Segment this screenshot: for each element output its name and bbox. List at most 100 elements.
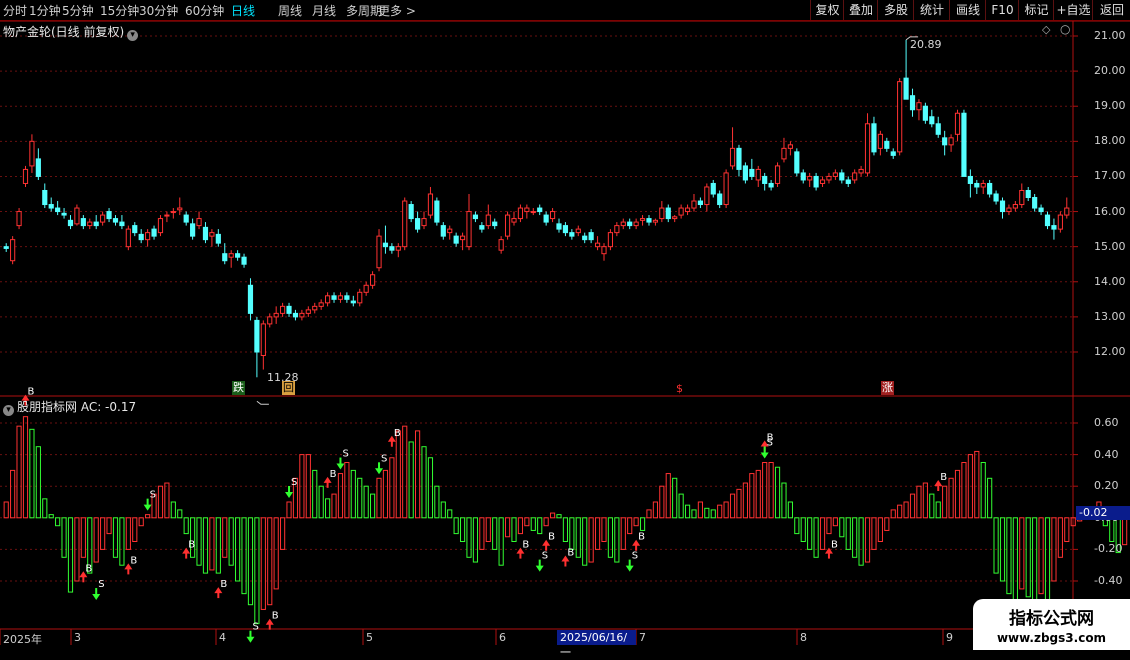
candle-body: [1032, 197, 1038, 209]
ac-bar: [736, 488, 742, 519]
ac-bar: [697, 501, 703, 519]
ac-bar: [909, 493, 916, 519]
period-0[interactable]: 分时: [3, 2, 27, 19]
candle-body: [472, 214, 479, 220]
period-2[interactable]: 5分钟: [62, 2, 94, 19]
ac-bar: [267, 517, 273, 606]
ac-bar: [125, 517, 131, 550]
ac-bar: [832, 517, 838, 527]
period-3[interactable]: 15分钟: [100, 2, 139, 19]
ac-bar: [704, 507, 710, 519]
diamond-icon[interactable]: ◇: [1042, 23, 1050, 36]
candle-body: [1051, 225, 1057, 230]
period-9[interactable]: 多周期: [346, 2, 382, 19]
toolbar-button-3[interactable]: 统计: [913, 0, 950, 20]
ac-bar: [607, 517, 614, 558]
ac-bar: [10, 469, 16, 519]
circle-settings-icon[interactable]: ○: [1060, 22, 1070, 36]
candle-body: [639, 218, 646, 221]
ac-bar: [3, 501, 9, 519]
ac-bar: [1064, 517, 1070, 542]
toolbar-button-6[interactable]: 标记: [1018, 0, 1054, 20]
candle-body: [672, 216, 678, 220]
buy-label: B: [522, 540, 529, 551]
ac-bar: [132, 517, 138, 542]
toolbar-button-8[interactable]: 返回: [1092, 0, 1130, 20]
candle-body: [819, 179, 826, 184]
candle-body: [884, 140, 890, 149]
toolbar-button-2[interactable]: 多股: [877, 0, 914, 20]
ac-bar: [993, 517, 999, 574]
candle-body: [974, 182, 980, 188]
ac-bar: [742, 482, 748, 519]
candle-body: [903, 77, 909, 100]
ac-bar: [35, 446, 41, 519]
ac-bar: [357, 477, 363, 519]
candle-body: [382, 242, 389, 248]
candle-body: [318, 302, 324, 307]
candle-body: [987, 182, 993, 195]
ac-bar: [601, 517, 607, 542]
cursor-date-box: 2025/06/16/一: [557, 630, 636, 659]
candle-body: [929, 116, 935, 125]
ac-bar: [781, 482, 787, 519]
ac-bar: [241, 517, 247, 595]
ac-bar: [363, 485, 369, 519]
indicator-menu-icon[interactable]: ▾: [3, 405, 14, 416]
ac-bar: [871, 517, 877, 550]
ac-bar: [247, 517, 254, 606]
toolbar-button-5[interactable]: F10: [985, 0, 1019, 20]
ac-bar: [556, 514, 562, 519]
candle-body: [292, 312, 299, 318]
candle-body: [215, 233, 221, 244]
ac-bar: [370, 493, 376, 519]
candle-body: [370, 274, 376, 286]
sell-label: S: [381, 453, 387, 464]
main-title-menu-icon[interactable]: ▾: [127, 30, 139, 41]
period-toolbar: 分时 1分钟 5分钟 15分钟 30分钟 60分钟 日线 周线 月线 多周期 更多 > 复权 叠加 多股统…: [0, 0, 1130, 21]
period-1[interactable]: 1分钟: [29, 2, 61, 19]
buy-label: B: [27, 387, 34, 398]
price-tick-label: 20.00: [1094, 64, 1126, 78]
candle-body: [614, 225, 620, 234]
ac-bar: [787, 501, 793, 519]
candle-body: [498, 239, 504, 251]
ac-bar: [215, 517, 221, 574]
ac-bar: [100, 517, 106, 550]
candle-body: [845, 179, 851, 184]
buy-label: B: [188, 540, 195, 551]
ac-bar: [826, 517, 832, 535]
ac-bar: [80, 517, 86, 558]
toolbar-button-7[interactable]: +自选: [1053, 0, 1093, 20]
toolbar-button-1[interactable]: 叠加: [843, 0, 878, 20]
marker-hui[interactable]: 回: [282, 381, 295, 395]
ac-bar: [582, 517, 588, 566]
period-10[interactable]: 更多 >: [378, 2, 416, 19]
toolbar-button-4[interactable]: 画线: [949, 0, 986, 20]
candle-body: [247, 284, 254, 314]
marker-s[interactable]: $: [675, 382, 684, 396]
ac-bar: [858, 517, 864, 566]
min-pointer: [256, 400, 269, 405]
candle-body: [331, 295, 337, 300]
candle-body: [61, 212, 67, 216]
ac-bar: [884, 517, 890, 531]
marker-zhang[interactable]: 涨: [881, 381, 894, 395]
ac-bar: [61, 517, 67, 558]
period-4[interactable]: 30分钟: [139, 2, 178, 19]
period-7[interactable]: 周线: [278, 2, 302, 19]
stock-chart[interactable]: BBBBBBBBBBBBBBBSSSSSSSSSS: [0, 21, 1130, 646]
candle-body: [909, 95, 916, 111]
period-6[interactable]: 日线: [231, 2, 255, 19]
ac-bar: [588, 517, 594, 563]
period-8[interactable]: 月线: [312, 2, 336, 19]
period-5[interactable]: 60分钟: [185, 2, 224, 19]
ac-bar: [190, 517, 196, 558]
ac-bar: [537, 517, 543, 535]
ac-bar: [138, 517, 144, 527]
marker-die[interactable]: 跌: [232, 381, 245, 395]
toolbar-button-0[interactable]: 复权: [810, 0, 844, 20]
candle-body: [1019, 189, 1025, 206]
ac-bar: [897, 504, 903, 519]
candle-body: [774, 165, 781, 184]
